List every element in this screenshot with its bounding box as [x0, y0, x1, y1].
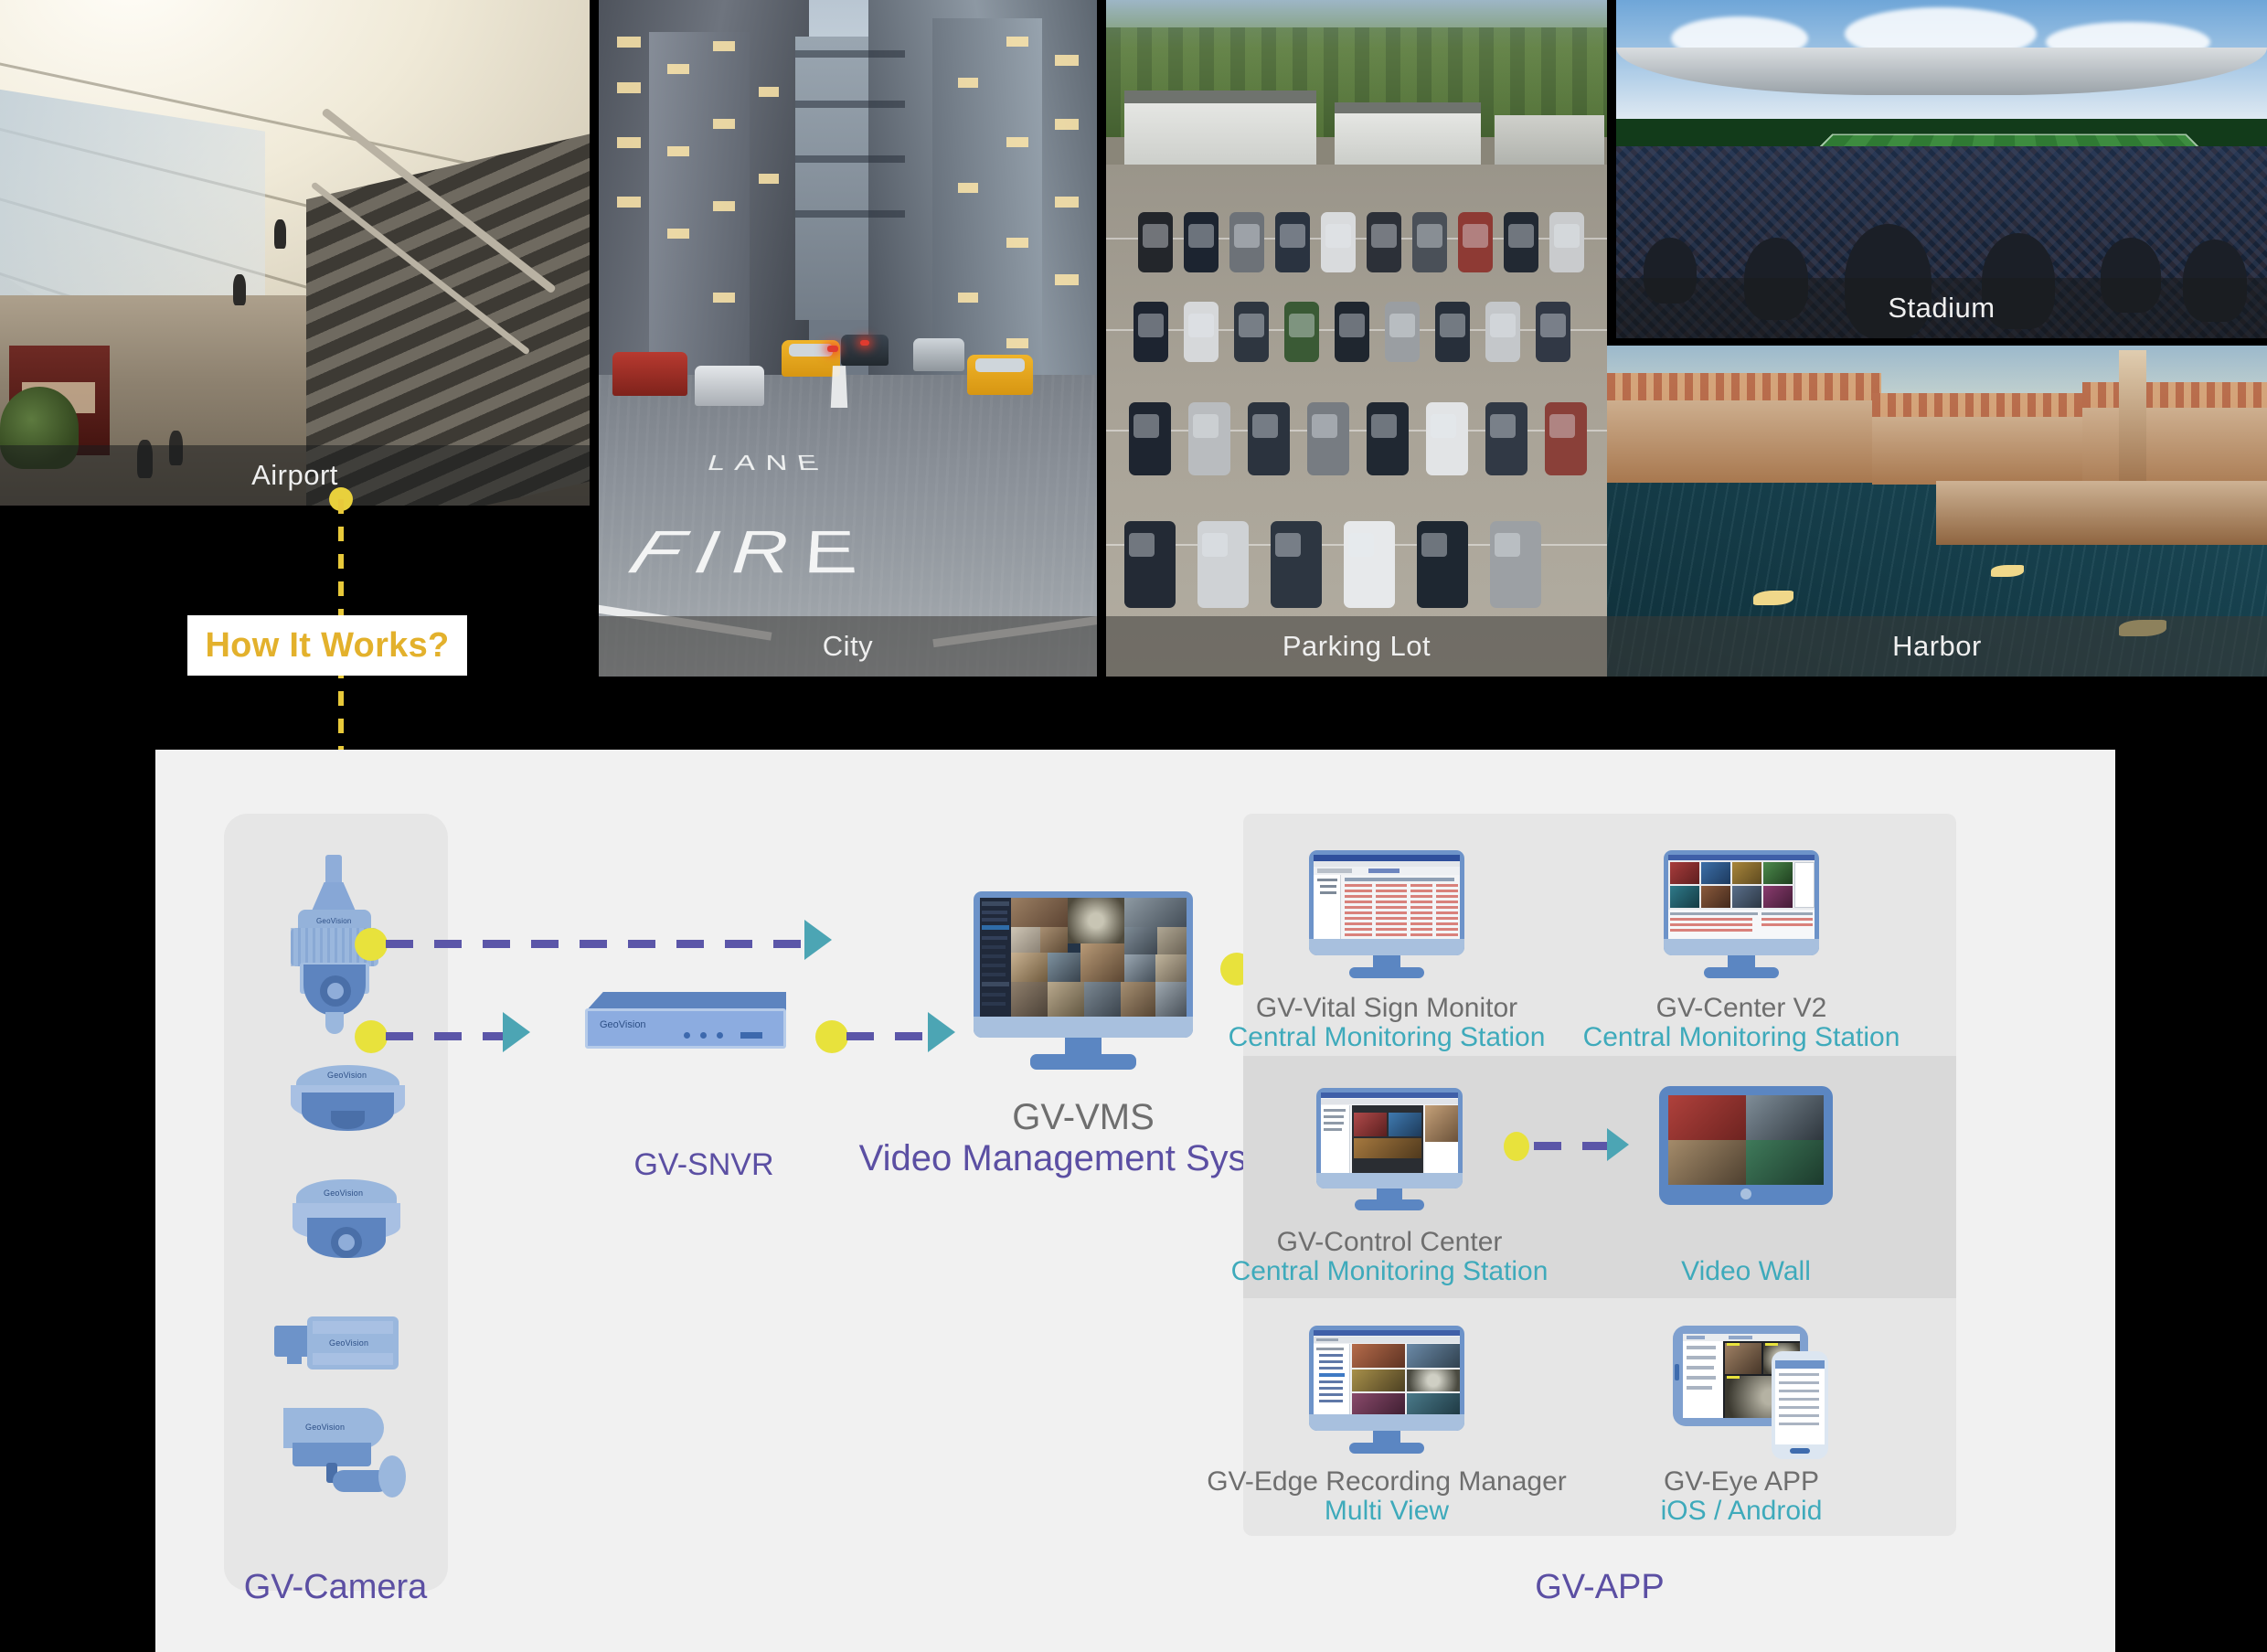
gv-control-center-subtitle: Central Monitoring Station: [1230, 1256, 1549, 1286]
photo-city: LANE FIRE City: [599, 0, 1097, 677]
gv-edge-recording-manager-subtitle: Multi View: [1324, 1496, 1450, 1526]
gv-vital-sign-monitor-subtitle: Central Monitoring Station: [1228, 1022, 1546, 1052]
page-root: Airport LANE FIRE City Parking Lot Stadi…: [0, 0, 2267, 1652]
link-control-center-to-video-wall: [1534, 1142, 1609, 1150]
video-wall-icon: [1659, 1086, 1833, 1205]
parking-lot-caption: Parking Lot: [1106, 616, 1607, 677]
photo-harbor: Harbor: [1607, 346, 2267, 677]
gv-vital-sign-monitor-icon: [1309, 850, 1464, 978]
arrow-snvr-to-vms-icon: [928, 1012, 955, 1052]
architecture-diagram-panel: GeoVision GeoVision GeoVision GeoVision …: [155, 750, 2115, 1652]
link-camera-to-snvr: [386, 1032, 505, 1040]
link-snvr-to-vms: [846, 1032, 929, 1040]
how-it-works-badge: How It Works?: [187, 615, 467, 676]
photo-airport: Airport: [0, 0, 590, 506]
airport-caption: Airport: [0, 445, 590, 506]
gv-eye-app-icon: [1673, 1326, 1837, 1459]
link-node-camera-to-vms: [355, 928, 388, 961]
photo-stadium: Stadium: [1616, 0, 2267, 338]
arrow-camera-to-snvr-icon: [503, 1012, 530, 1052]
gv-camera-group-label: GV-Camera: [243, 1568, 428, 1606]
gv-center-v2-subtitle: Central Monitoring Station: [1582, 1022, 1900, 1052]
gv-center-v2-title: GV-Center V2: [1655, 993, 1827, 1023]
link-node-camera-to-snvr: [355, 1020, 388, 1053]
city-road-marking: FIRE: [610, 520, 877, 590]
gv-edge-recording-manager-icon: [1309, 1326, 1464, 1454]
arrow-video-wall-icon: [1607, 1128, 1629, 1161]
camera-box: GeoVision: [274, 1316, 402, 1373]
gv-vital-sign-monitor-title: GV-Vital Sign Monitor: [1255, 993, 1518, 1023]
snvr-brand-label: GeoVision: [600, 1019, 646, 1030]
link-node-snvr-to-vms: [815, 1020, 848, 1053]
gv-eye-app-subtitle: iOS / Android: [1660, 1496, 1823, 1526]
camera-fisheye-dome: GeoVision: [291, 1065, 405, 1135]
city-caption: City: [599, 616, 1097, 677]
link-camera-to-vms: [386, 940, 806, 948]
gv-edge-recording-manager-title: GV-Edge Recording Manager: [1207, 1466, 1567, 1497]
camera-bullet: GeoVision: [283, 1408, 416, 1497]
video-wall-subtitle: Video Wall: [1681, 1256, 1811, 1286]
arrow-camera-to-vms-icon: [804, 920, 832, 960]
gv-app-group: GV-Vital Sign Monitor Central Monitoring…: [1207, 814, 1956, 1536]
harbor-caption: Harbor: [1607, 616, 2267, 677]
gv-snvr-device: GeoVision: [585, 992, 786, 1049]
gv-vms-monitor: [974, 891, 1193, 1070]
gv-snvr-label: GV-SNVR: [633, 1147, 774, 1182]
gv-control-center-title: GV-Control Center: [1276, 1227, 1503, 1257]
gv-control-center-icon: [1316, 1088, 1463, 1211]
photo-parking-lot: Parking Lot: [1106, 0, 1607, 677]
gv-eye-app-title: GV-Eye APP: [1663, 1466, 1820, 1497]
gv-app-group-label: GV-APP: [1535, 1568, 1665, 1606]
camera-vandal-dome: GeoVision: [293, 1179, 400, 1258]
gv-vms-title: GV-VMS: [1012, 1097, 1155, 1137]
stadium-caption: Stadium: [1616, 278, 2267, 338]
link-node-control-center-to-video-wall: [1504, 1132, 1529, 1161]
gv-center-v2-icon: [1664, 850, 1819, 978]
how-it-works-label: How It Works?: [205, 625, 450, 665]
